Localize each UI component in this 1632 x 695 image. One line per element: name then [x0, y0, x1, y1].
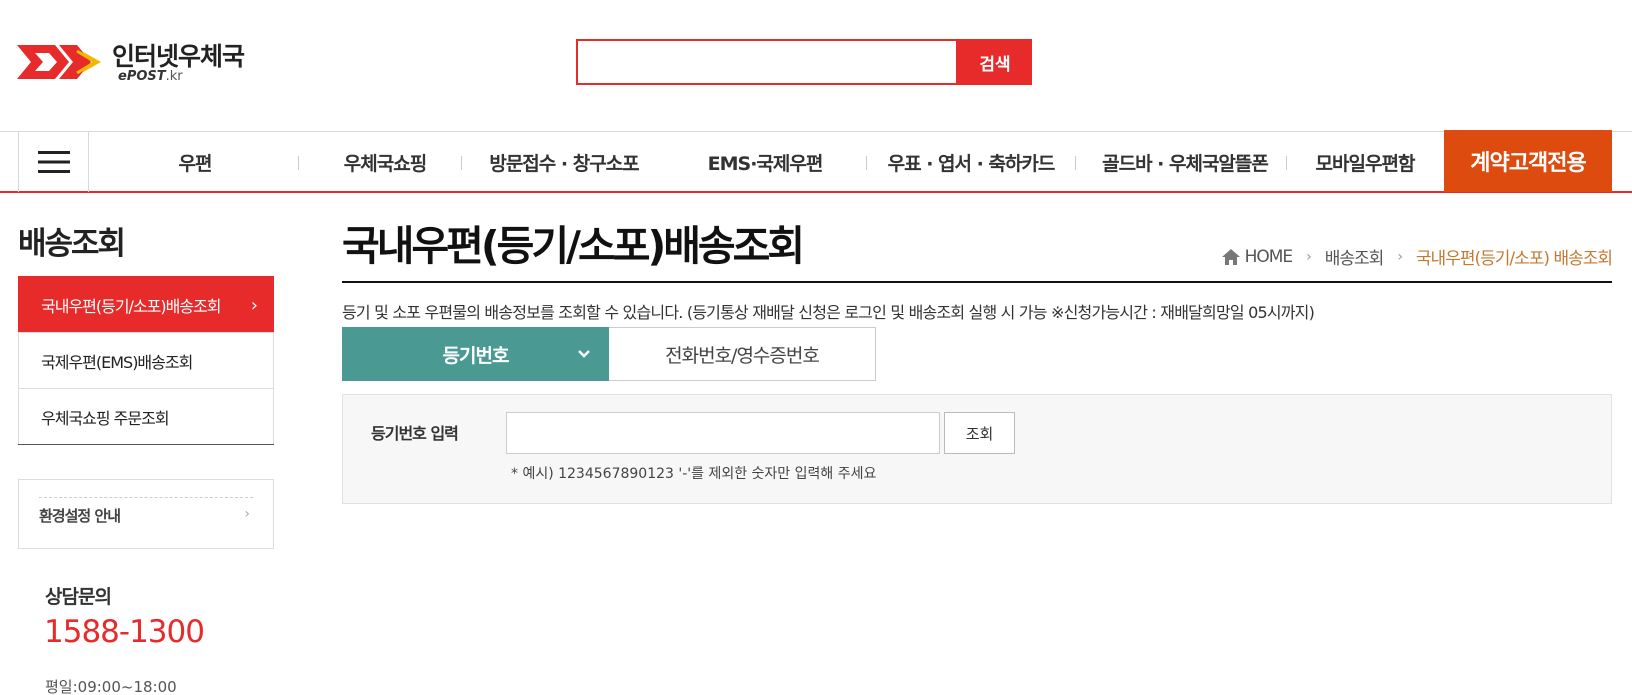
sidebar-item-label: 우체국쇼핑 주문조회 [41, 408, 170, 428]
breadcrumb-home[interactable]: HOME [1245, 247, 1294, 267]
gnb-divider [1286, 156, 1287, 170]
chevron-right-icon: › [1306, 248, 1312, 265]
page-description: 등기 및 소포 우편물의 배송정보를 조회할 수 있습니다. (등기통상 재배달… [342, 303, 1315, 322]
epost-logo[interactable]: 인터넷우체국 ePOST.kr [17, 37, 267, 87]
sidebar-item-shopping-order[interactable]: 우체국쇼핑 주문조회 [18, 388, 274, 444]
title-divider [342, 281, 1612, 283]
gnb-item-goldbar-phone[interactable]: 골드바 · 우체국알뜰폰 [1090, 132, 1280, 192]
gnb-divider [298, 156, 299, 170]
tracking-number-label: 등기번호 입력 [371, 424, 459, 443]
contract-customer-button[interactable]: 계약고객전용 [1444, 130, 1612, 192]
home-icon [1221, 248, 1240, 265]
epost-logo-icon [17, 45, 102, 79]
logo-en-main: ePOST [118, 69, 166, 84]
tab-phone-receipt-number[interactable]: 전화번호/영수증번호 [609, 327, 876, 381]
settings-guide-link[interactable]: 환경설정 안내 › [39, 497, 253, 533]
search-button[interactable]: 검색 [958, 39, 1032, 85]
consult-phone-number: 1588-1300 [44, 614, 205, 650]
tab-label: 등기번호 [442, 344, 510, 367]
gnb-divider [866, 156, 867, 170]
chevron-right-icon: › [250, 295, 258, 316]
lookup-button[interactable]: 조회 [944, 412, 1015, 454]
tab-registered-number[interactable]: 등기번호 [342, 327, 609, 381]
consult-title: 상담문의 [45, 586, 112, 608]
settings-guide-box: 환경설정 안내 › [18, 479, 274, 549]
chevron-right-icon: › [244, 506, 250, 522]
gnb-item-shopping[interactable]: 우체국쇼핑 [320, 132, 450, 192]
logo-en-suffix: .kr [165, 69, 183, 84]
gnb-item-visit-parcel[interactable]: 방문접수 · 창구소포 [474, 132, 654, 192]
breadcrumb-tracking[interactable]: 배송조회 [1325, 244, 1385, 269]
hamburger-menu-icon [37, 151, 70, 173]
logo-english-text: ePOST.kr [118, 69, 183, 84]
breadcrumb-current[interactable]: 국내우편(등기/소포) 배송조회 [1416, 244, 1613, 269]
input-hint: * 예시) 1234567890123 '-'를 제외한 숫자만 입력해 주세요 [511, 466, 877, 482]
sidebar-item-label: 국내우편(등기/소포)배송조회 [41, 296, 222, 316]
gnb-item-ems[interactable]: EMS·국제우편 [690, 132, 840, 192]
settings-guide-label: 환경설정 안내 [39, 507, 121, 525]
gnb-divider [1075, 156, 1076, 170]
chevron-down-icon [578, 350, 590, 358]
site-header: 인터넷우체국 ePOST.kr 검색 [0, 0, 1632, 128]
sidebar-item-label: 국제우편(EMS)배송조회 [41, 352, 193, 372]
tracking-number-input[interactable] [506, 412, 940, 454]
gnb-divider [461, 156, 462, 170]
sidebar-title: 배송조회 [18, 226, 126, 262]
tracking-form: 등기번호 입력 조회 * 예시) 1234567890123 '-'를 제외한 … [342, 394, 1612, 504]
consult-hours: 평일:09:00~18:00 [45, 678, 177, 695]
global-navigation: 우편 우체국쇼핑 방문접수 · 창구소포 EMS·국제우편 우표 · 엽서 · … [0, 130, 1632, 193]
logo-korean-text: 인터넷우체국 [112, 42, 245, 71]
sidebar-menu: 국내우편(등기/소포)배송조회 › 국제우편(EMS)배송조회 우체국쇼핑 주문… [18, 276, 274, 445]
sidebar-item-ems-tracking[interactable]: 국제우편(EMS)배송조회 [18, 332, 274, 388]
page-title: 국내우편(등기/소포)배송조회 [342, 222, 805, 270]
hamburger-menu-button[interactable] [18, 132, 89, 192]
sidebar-item-domestic-tracking[interactable]: 국내우편(등기/소포)배송조회 › [18, 276, 274, 332]
gnb-item-stamps-cards[interactable]: 우표 · 엽서 · 축하카드 [876, 132, 1066, 192]
gnb-item-mobile-mailbox[interactable]: 모바일우편함 [1300, 132, 1430, 192]
search-input[interactable] [576, 39, 958, 85]
gnb-item-mail[interactable]: 우편 [140, 132, 250, 192]
chevron-right-icon: › [1397, 248, 1403, 265]
breadcrumb: HOME › 배송조회 › 국내우편(등기/소포) 배송조회 [1221, 244, 1613, 269]
